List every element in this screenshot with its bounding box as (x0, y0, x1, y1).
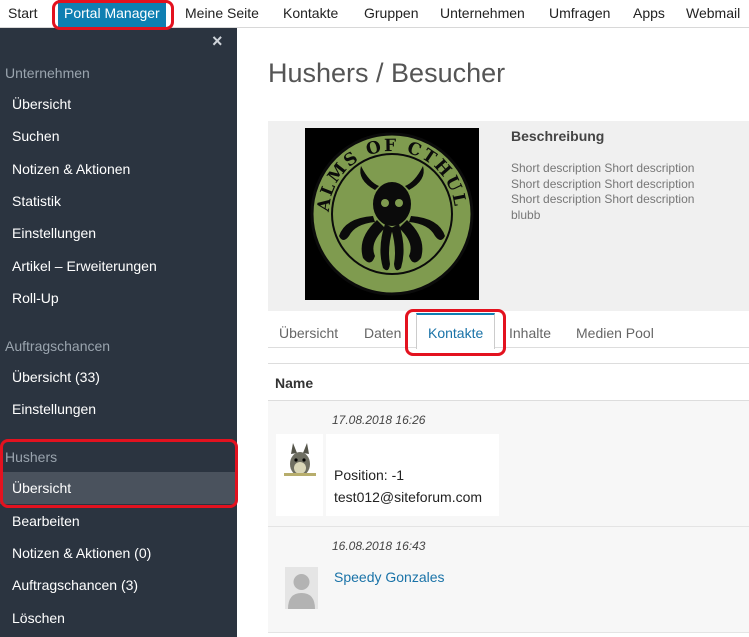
nav-meine-seite[interactable]: Meine Seite (185, 0, 259, 28)
tab-kontakte[interactable]: Kontakte (416, 313, 496, 349)
sidebar-item-suchen[interactable]: Suchen (0, 120, 237, 152)
nav-kontakte[interactable]: Kontakte (283, 0, 338, 28)
nav-portal-manager[interactable]: Portal Manager (58, 0, 166, 28)
section-title-auftragschancen: Auftragschancen (5, 338, 111, 354)
totoro-avatar-icon (284, 443, 316, 476)
table-row: 16.08.2018 16:43 Speedy Gonzales (268, 527, 749, 633)
section-title-unternehmen: Unternehmen (5, 65, 90, 81)
tab-inhalte[interactable]: Inhalte (509, 313, 551, 348)
nav-unternehmen[interactable]: Unternehmen (440, 0, 525, 28)
top-navigation: Start Portal Manager Meine Seite Kontakt… (0, 0, 749, 28)
nav-apps[interactable]: Apps (633, 0, 665, 28)
nav-start[interactable]: Start (8, 0, 38, 28)
sidebar-item-loeschen[interactable]: Löschen (0, 602, 237, 634)
sidebar-item-bearbeiten[interactable]: Bearbeiten (0, 505, 237, 537)
company-logo: REALMS OF CTHULHU (296, 113, 479, 300)
sidebar-item-hushers-notizen[interactable]: Notizen & Aktionen (0) (0, 537, 237, 569)
sidebar-item-auftragschancen-uebersicht[interactable]: Übersicht (33) (0, 361, 237, 393)
page-title: Hushers / Besucher (268, 58, 506, 88)
avatar[interactable] (285, 567, 318, 609)
contact-name-link[interactable]: Speedy Gonzales (334, 569, 445, 585)
sidebar-item-auftragschancen-einstellungen[interactable]: Einstellungen (0, 393, 237, 425)
sidebar-item-notizen-aktionen[interactable]: Notizen & Aktionen (0, 153, 237, 185)
sidebar-item-statistik[interactable]: Statistik (0, 185, 237, 217)
entry-date: 17.08.2018 16:26 (332, 413, 426, 427)
sidebar-item-einstellungen[interactable]: Einstellungen (0, 217, 237, 249)
sidebar-item-roll-up[interactable]: Roll-Up (0, 282, 237, 314)
nav-gruppen[interactable]: Gruppen (364, 0, 418, 28)
nav-umfragen[interactable]: Umfragen (549, 0, 610, 28)
tab-daten[interactable]: Daten (364, 313, 401, 348)
tab-medien-pool[interactable]: Medien Pool (576, 313, 654, 348)
default-user-avatar-icon (285, 567, 318, 609)
sidebar: × Unternehmen Übersicht Suchen Notizen &… (0, 28, 237, 637)
sidebar-item-hushers-auftragschancen[interactable]: Auftragschancen (3) (0, 569, 237, 601)
table-row: 17.08.2018 16:26 Position: -1 test012@si… (268, 401, 749, 527)
cthulhu-logo-icon: REALMS OF CTHULHU (296, 113, 479, 300)
description-title: Beschreibung (511, 128, 605, 144)
tab-uebersicht[interactable]: Übersicht (279, 313, 338, 348)
entry-date: 16.08.2018 16:43 (332, 539, 426, 553)
description-text: Short description Short description Shor… (511, 161, 695, 222)
section-title-hushers: Hushers (5, 449, 58, 465)
sidebar-item-hushers-uebersicht[interactable]: Übersicht (0, 472, 237, 504)
column-header-name: Name (275, 375, 314, 391)
nav-webmail[interactable]: Webmail (686, 0, 740, 28)
contact-position: Position: -1 (334, 467, 405, 483)
sidebar-item-artikel-erweiterungen[interactable]: Artikel – Erweiterungen (0, 250, 237, 282)
avatar[interactable] (276, 434, 323, 516)
close-icon[interactable]: × (212, 31, 223, 52)
table-header: Name (268, 363, 749, 401)
contact-email[interactable]: test012@siteforum.com (334, 489, 482, 505)
sidebar-item-unternehmen-uebersicht[interactable]: Übersicht (0, 88, 237, 120)
